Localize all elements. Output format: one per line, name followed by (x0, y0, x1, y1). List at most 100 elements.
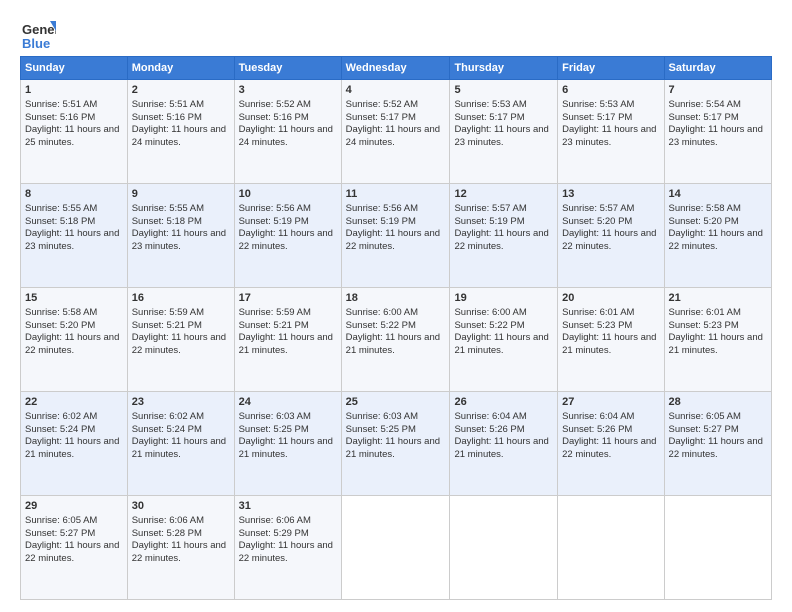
day-number: 20 (562, 291, 659, 306)
day-number: 4 (346, 83, 446, 98)
calendar-cell (664, 496, 771, 600)
day-number: 22 (25, 395, 123, 410)
day-number: 9 (132, 187, 230, 202)
day-content: Sunrise: 5:55 AMSunset: 5:18 PMDaylight:… (132, 203, 226, 252)
day-number: 12 (454, 187, 553, 202)
calendar-cell: 23Sunrise: 6:02 AMSunset: 5:24 PMDayligh… (127, 392, 234, 496)
calendar-header-wednesday: Wednesday (341, 57, 450, 80)
day-content: Sunrise: 5:56 AMSunset: 5:19 PMDaylight:… (239, 203, 333, 252)
svg-text:Blue: Blue (22, 36, 50, 51)
calendar-cell: 4Sunrise: 5:52 AMSunset: 5:17 PMDaylight… (341, 80, 450, 184)
day-number: 16 (132, 291, 230, 306)
calendar-cell: 31Sunrise: 6:06 AMSunset: 5:29 PMDayligh… (234, 496, 341, 600)
calendar-cell: 7Sunrise: 5:54 AMSunset: 5:17 PMDaylight… (664, 80, 771, 184)
calendar-cell: 29Sunrise: 6:05 AMSunset: 5:27 PMDayligh… (21, 496, 128, 600)
calendar-cell: 15Sunrise: 5:58 AMSunset: 5:20 PMDayligh… (21, 288, 128, 392)
calendar-week-row: 22Sunrise: 6:02 AMSunset: 5:24 PMDayligh… (21, 392, 772, 496)
svg-text:General: General (22, 22, 56, 37)
day-content: Sunrise: 5:59 AMSunset: 5:21 PMDaylight:… (239, 307, 333, 356)
calendar-cell: 14Sunrise: 5:58 AMSunset: 5:20 PMDayligh… (664, 184, 771, 288)
day-number: 3 (239, 83, 337, 98)
calendar-cell: 26Sunrise: 6:04 AMSunset: 5:26 PMDayligh… (450, 392, 558, 496)
day-content: Sunrise: 5:59 AMSunset: 5:21 PMDaylight:… (132, 307, 226, 356)
calendar-header-friday: Friday (558, 57, 664, 80)
day-content: Sunrise: 5:58 AMSunset: 5:20 PMDaylight:… (25, 307, 119, 356)
calendar-cell: 19Sunrise: 6:00 AMSunset: 5:22 PMDayligh… (450, 288, 558, 392)
calendar-week-row: 1Sunrise: 5:51 AMSunset: 5:16 PMDaylight… (21, 80, 772, 184)
header: General Blue (20, 16, 772, 52)
day-content: Sunrise: 5:52 AMSunset: 5:16 PMDaylight:… (239, 99, 333, 148)
day-content: Sunrise: 5:55 AMSunset: 5:18 PMDaylight:… (25, 203, 119, 252)
day-number: 2 (132, 83, 230, 98)
day-content: Sunrise: 6:00 AMSunset: 5:22 PMDaylight:… (346, 307, 440, 356)
day-content: Sunrise: 5:57 AMSunset: 5:20 PMDaylight:… (562, 203, 656, 252)
calendar-cell: 21Sunrise: 6:01 AMSunset: 5:23 PMDayligh… (664, 288, 771, 392)
day-content: Sunrise: 6:02 AMSunset: 5:24 PMDaylight:… (132, 411, 226, 460)
day-number: 17 (239, 291, 337, 306)
calendar-cell (450, 496, 558, 600)
calendar-cell: 20Sunrise: 6:01 AMSunset: 5:23 PMDayligh… (558, 288, 664, 392)
calendar-week-row: 29Sunrise: 6:05 AMSunset: 5:27 PMDayligh… (21, 496, 772, 600)
calendar-table: SundayMondayTuesdayWednesdayThursdayFrid… (20, 56, 772, 600)
day-content: Sunrise: 6:04 AMSunset: 5:26 PMDaylight:… (454, 411, 548, 460)
day-number: 21 (669, 291, 767, 306)
day-number: 30 (132, 499, 230, 514)
calendar-header-thursday: Thursday (450, 57, 558, 80)
day-content: Sunrise: 5:51 AMSunset: 5:16 PMDaylight:… (132, 99, 226, 148)
day-number: 29 (25, 499, 123, 514)
day-content: Sunrise: 6:05 AMSunset: 5:27 PMDaylight:… (669, 411, 763, 460)
calendar-cell: 17Sunrise: 5:59 AMSunset: 5:21 PMDayligh… (234, 288, 341, 392)
day-number: 10 (239, 187, 337, 202)
calendar-cell (558, 496, 664, 600)
calendar-cell: 13Sunrise: 5:57 AMSunset: 5:20 PMDayligh… (558, 184, 664, 288)
calendar-header-tuesday: Tuesday (234, 57, 341, 80)
day-number: 18 (346, 291, 446, 306)
calendar-cell: 6Sunrise: 5:53 AMSunset: 5:17 PMDaylight… (558, 80, 664, 184)
day-number: 26 (454, 395, 553, 410)
day-content: Sunrise: 6:06 AMSunset: 5:28 PMDaylight:… (132, 515, 226, 564)
day-number: 7 (669, 83, 767, 98)
calendar-cell: 9Sunrise: 5:55 AMSunset: 5:18 PMDaylight… (127, 184, 234, 288)
day-content: Sunrise: 6:02 AMSunset: 5:24 PMDaylight:… (25, 411, 119, 460)
day-content: Sunrise: 6:06 AMSunset: 5:29 PMDaylight:… (239, 515, 333, 564)
day-number: 8 (25, 187, 123, 202)
calendar-cell: 8Sunrise: 5:55 AMSunset: 5:18 PMDaylight… (21, 184, 128, 288)
day-number: 28 (669, 395, 767, 410)
day-content: Sunrise: 5:57 AMSunset: 5:19 PMDaylight:… (454, 203, 548, 252)
day-number: 24 (239, 395, 337, 410)
calendar-header-saturday: Saturday (664, 57, 771, 80)
day-number: 13 (562, 187, 659, 202)
day-number: 6 (562, 83, 659, 98)
calendar-cell: 3Sunrise: 5:52 AMSunset: 5:16 PMDaylight… (234, 80, 341, 184)
calendar-cell: 27Sunrise: 6:04 AMSunset: 5:26 PMDayligh… (558, 392, 664, 496)
calendar-cell: 25Sunrise: 6:03 AMSunset: 5:25 PMDayligh… (341, 392, 450, 496)
day-number: 27 (562, 395, 659, 410)
day-content: Sunrise: 5:53 AMSunset: 5:17 PMDaylight:… (562, 99, 656, 148)
calendar-cell: 30Sunrise: 6:06 AMSunset: 5:28 PMDayligh… (127, 496, 234, 600)
calendar-cell: 18Sunrise: 6:00 AMSunset: 5:22 PMDayligh… (341, 288, 450, 392)
day-content: Sunrise: 5:53 AMSunset: 5:17 PMDaylight:… (454, 99, 548, 148)
day-content: Sunrise: 5:58 AMSunset: 5:20 PMDaylight:… (669, 203, 763, 252)
calendar-cell: 1Sunrise: 5:51 AMSunset: 5:16 PMDaylight… (21, 80, 128, 184)
calendar-header-sunday: Sunday (21, 57, 128, 80)
calendar-cell: 16Sunrise: 5:59 AMSunset: 5:21 PMDayligh… (127, 288, 234, 392)
calendar-cell: 28Sunrise: 6:05 AMSunset: 5:27 PMDayligh… (664, 392, 771, 496)
day-content: Sunrise: 6:05 AMSunset: 5:27 PMDaylight:… (25, 515, 119, 564)
day-content: Sunrise: 5:56 AMSunset: 5:19 PMDaylight:… (346, 203, 440, 252)
day-content: Sunrise: 6:04 AMSunset: 5:26 PMDaylight:… (562, 411, 656, 460)
logo: General Blue (20, 16, 60, 52)
calendar-cell: 22Sunrise: 6:02 AMSunset: 5:24 PMDayligh… (21, 392, 128, 496)
day-content: Sunrise: 5:51 AMSunset: 5:16 PMDaylight:… (25, 99, 119, 148)
calendar-cell: 10Sunrise: 5:56 AMSunset: 5:19 PMDayligh… (234, 184, 341, 288)
day-content: Sunrise: 6:00 AMSunset: 5:22 PMDaylight:… (454, 307, 548, 356)
day-number: 25 (346, 395, 446, 410)
day-number: 1 (25, 83, 123, 98)
calendar-cell: 11Sunrise: 5:56 AMSunset: 5:19 PMDayligh… (341, 184, 450, 288)
day-content: Sunrise: 5:52 AMSunset: 5:17 PMDaylight:… (346, 99, 440, 148)
day-content: Sunrise: 6:01 AMSunset: 5:23 PMDaylight:… (562, 307, 656, 356)
calendar-cell: 2Sunrise: 5:51 AMSunset: 5:16 PMDaylight… (127, 80, 234, 184)
calendar-cell: 24Sunrise: 6:03 AMSunset: 5:25 PMDayligh… (234, 392, 341, 496)
day-number: 31 (239, 499, 337, 514)
day-number: 14 (669, 187, 767, 202)
day-content: Sunrise: 6:03 AMSunset: 5:25 PMDaylight:… (239, 411, 333, 460)
